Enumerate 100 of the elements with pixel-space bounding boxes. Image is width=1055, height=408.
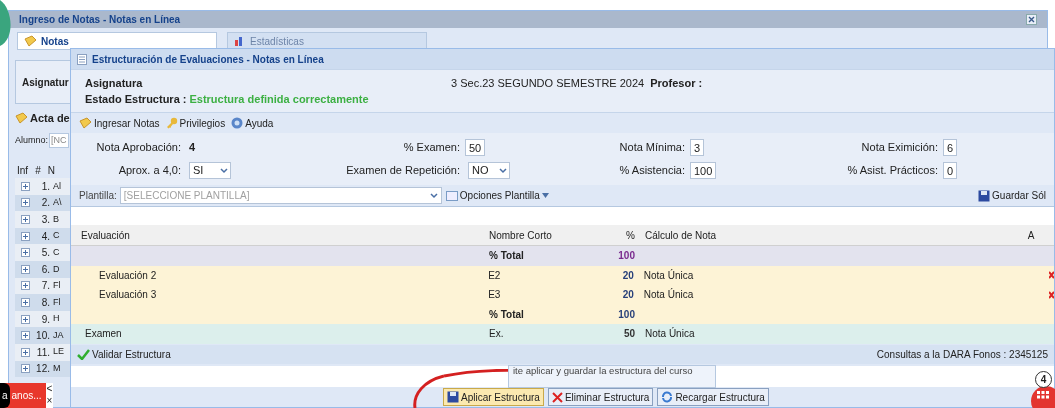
percent: 20 (621, 288, 635, 303)
expand-icon[interactable] (21, 198, 30, 208)
expand-icon[interactable] (21, 281, 30, 291)
save-icon (978, 189, 991, 202)
delete-icon[interactable] (1049, 289, 1054, 300)
expand-icon[interactable] (21, 314, 30, 324)
evaluation-name: Evaluación 3 (99, 289, 157, 301)
input-field[interactable]: 3 (690, 139, 705, 156)
reload-button[interactable]: Recargar Estructura (657, 388, 769, 406)
window-title: Ingreso de Notas - Notas en Línea (19, 13, 181, 27)
short-name: % Total (488, 307, 525, 322)
student-name: Fl (53, 279, 61, 293)
input-field[interactable]: 6 (943, 139, 958, 156)
delete-button[interactable]: Eliminar Estructura (547, 388, 654, 406)
notification-text: anos... (11, 389, 42, 403)
validate-button[interactable]: Validar Estructura (77, 346, 171, 362)
student-name: Fl (53, 295, 61, 309)
subject-label: Asignatur (22, 75, 69, 90)
expand-icon[interactable] (21, 264, 30, 274)
column-header[interactable]: % (596, 227, 641, 243)
table-row[interactable]: 3. B (15, 211, 73, 228)
caret-icon (541, 193, 549, 198)
notes-icon (15, 112, 28, 125)
row-number: 4. (40, 229, 50, 244)
toolbar-button[interactable]: Ayuda (231, 115, 274, 131)
student-name: C (53, 229, 60, 243)
table-row[interactable]: 8. Fl (15, 294, 73, 311)
column-header[interactable]: A (1011, 227, 1051, 243)
notification-action[interactable]: × (46, 395, 53, 407)
section-title: Acta de (30, 111, 70, 126)
input-field[interactable]: 0 (943, 162, 958, 179)
percent: 20 (621, 268, 635, 283)
notification[interactable]: a anos... (0, 383, 46, 408)
notes-icon (24, 35, 37, 47)
expand-icon[interactable] (21, 181, 30, 191)
evaluation-name: Examen (85, 328, 122, 340)
row-number: 6. (40, 262, 50, 277)
column-header[interactable]: Cálculo de Nota (641, 227, 1011, 243)
notification-badge: a (0, 383, 10, 408)
help-icon (231, 117, 244, 129)
calculation: Nota Única (645, 328, 695, 340)
calculation: Nota Única (643, 289, 694, 301)
student-field[interactable]: [NC (49, 132, 69, 148)
template-label: Plantilla: (79, 189, 117, 203)
save-button[interactable]: Guardar Sól (978, 188, 1046, 203)
expand-icon[interactable] (21, 231, 30, 241)
input-field[interactable]: 50 (465, 139, 486, 156)
dialog-title: Estructuración de Evaluaciones - Notas en Línea (92, 52, 324, 67)
expand-icon[interactable] (21, 215, 30, 224)
student-name: Al (53, 179, 61, 193)
select-field[interactable]: SI (189, 162, 231, 179)
notification-action[interactable]: < (46, 383, 53, 395)
expand-icon[interactable] (21, 248, 30, 258)
dropdown-icon (499, 167, 507, 174)
short-name: % Total (488, 249, 525, 264)
window-icon (445, 190, 458, 201)
expand-icon[interactable] (21, 364, 30, 374)
toolbar-button[interactable]: Ingresar Notas (79, 115, 160, 131)
dropdown-icon (429, 192, 438, 199)
short-name: E2 (487, 268, 502, 283)
row-number: 11. (35, 345, 50, 360)
field-label: % Asistencia: (618, 163, 685, 179)
table-row[interactable]: Examen Ex. 50 Nota Única (71, 324, 1054, 344)
student-label: Alumno: (15, 133, 49, 147)
template-options-button[interactable]: Opciones Plantilla (445, 188, 549, 203)
percent: 100 (617, 249, 636, 264)
delete-icon[interactable] (1049, 270, 1054, 281)
table-row[interactable]: 10. JA (15, 327, 73, 344)
expand-icon[interactable] (21, 297, 30, 307)
status-text: Estructura definida correctamente (189, 92, 369, 107)
field-label: Nota Eximición: (860, 140, 938, 156)
row-number: 3. (40, 213, 50, 227)
close-icon[interactable] (1026, 14, 1037, 25)
calculation: Nota Única (643, 269, 694, 281)
table-row[interactable]: % Total 100 (71, 246, 1054, 266)
table-row[interactable]: 1. Al (15, 178, 73, 195)
expand-icon[interactable] (21, 331, 30, 341)
student-name: LE (53, 345, 64, 359)
select-field[interactable]: NO (468, 162, 510, 179)
list-icon (77, 53, 87, 65)
field-label: Nota Aprobación: (95, 140, 181, 156)
student-name: A\ (53, 196, 62, 210)
toolbar-button[interactable]: Privilegios (165, 115, 226, 131)
column-header[interactable]: Nombre Corto (483, 227, 596, 243)
table-row[interactable]: % Total 100 (71, 304, 1054, 324)
x-icon (551, 391, 563, 403)
evaluation-name: Evaluación 2 (99, 269, 157, 281)
table-row[interactable]: Evaluación 3 E3 20 Nota Única (71, 285, 1054, 305)
field-label: Examen de Repetición: (345, 163, 460, 179)
expand-icon[interactable] (21, 347, 30, 357)
table-row[interactable]: Evaluación 2 E2 20 Nota Única (71, 265, 1054, 285)
row-number: 12. (35, 362, 50, 377)
apply-button[interactable]: Aplicar Estructura (443, 388, 544, 406)
input-field[interactable]: 100 (690, 162, 717, 179)
table-row[interactable]: 5. C (15, 244, 73, 261)
tab[interactable]: Notas (17, 32, 217, 50)
notes-icon (79, 117, 92, 129)
row-number: 2. (40, 196, 50, 211)
row-number: 1. (40, 179, 50, 194)
column-header[interactable]: Evaluación (71, 227, 483, 243)
